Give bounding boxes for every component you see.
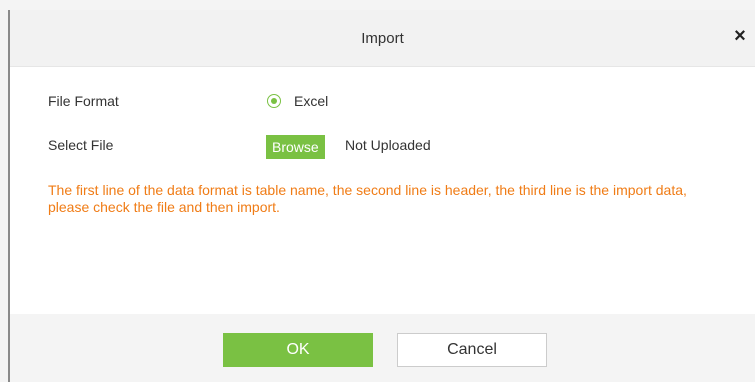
cancel-button[interactable]: Cancel (397, 333, 547, 367)
ok-button[interactable]: OK (223, 333, 373, 367)
dialog-title: Import (361, 30, 404, 47)
file-format-label: File Format (48, 93, 119, 109)
select-file-label: Select File (48, 137, 114, 153)
excel-radio[interactable] (267, 94, 281, 108)
radio-selected-dot (271, 98, 277, 104)
dialog-footer: OK Cancel (10, 314, 755, 382)
upload-status: Not Uploaded (345, 137, 431, 153)
import-dialog: Import × File Format Excel Select File B… (8, 10, 755, 382)
excel-radio-label[interactable]: Excel (294, 93, 328, 109)
browse-button[interactable]: Browse (266, 135, 325, 159)
import-hint-text: The first line of the data format is tab… (48, 182, 687, 215)
dialog-header: Import × (10, 10, 755, 67)
close-icon[interactable]: × (729, 25, 751, 47)
